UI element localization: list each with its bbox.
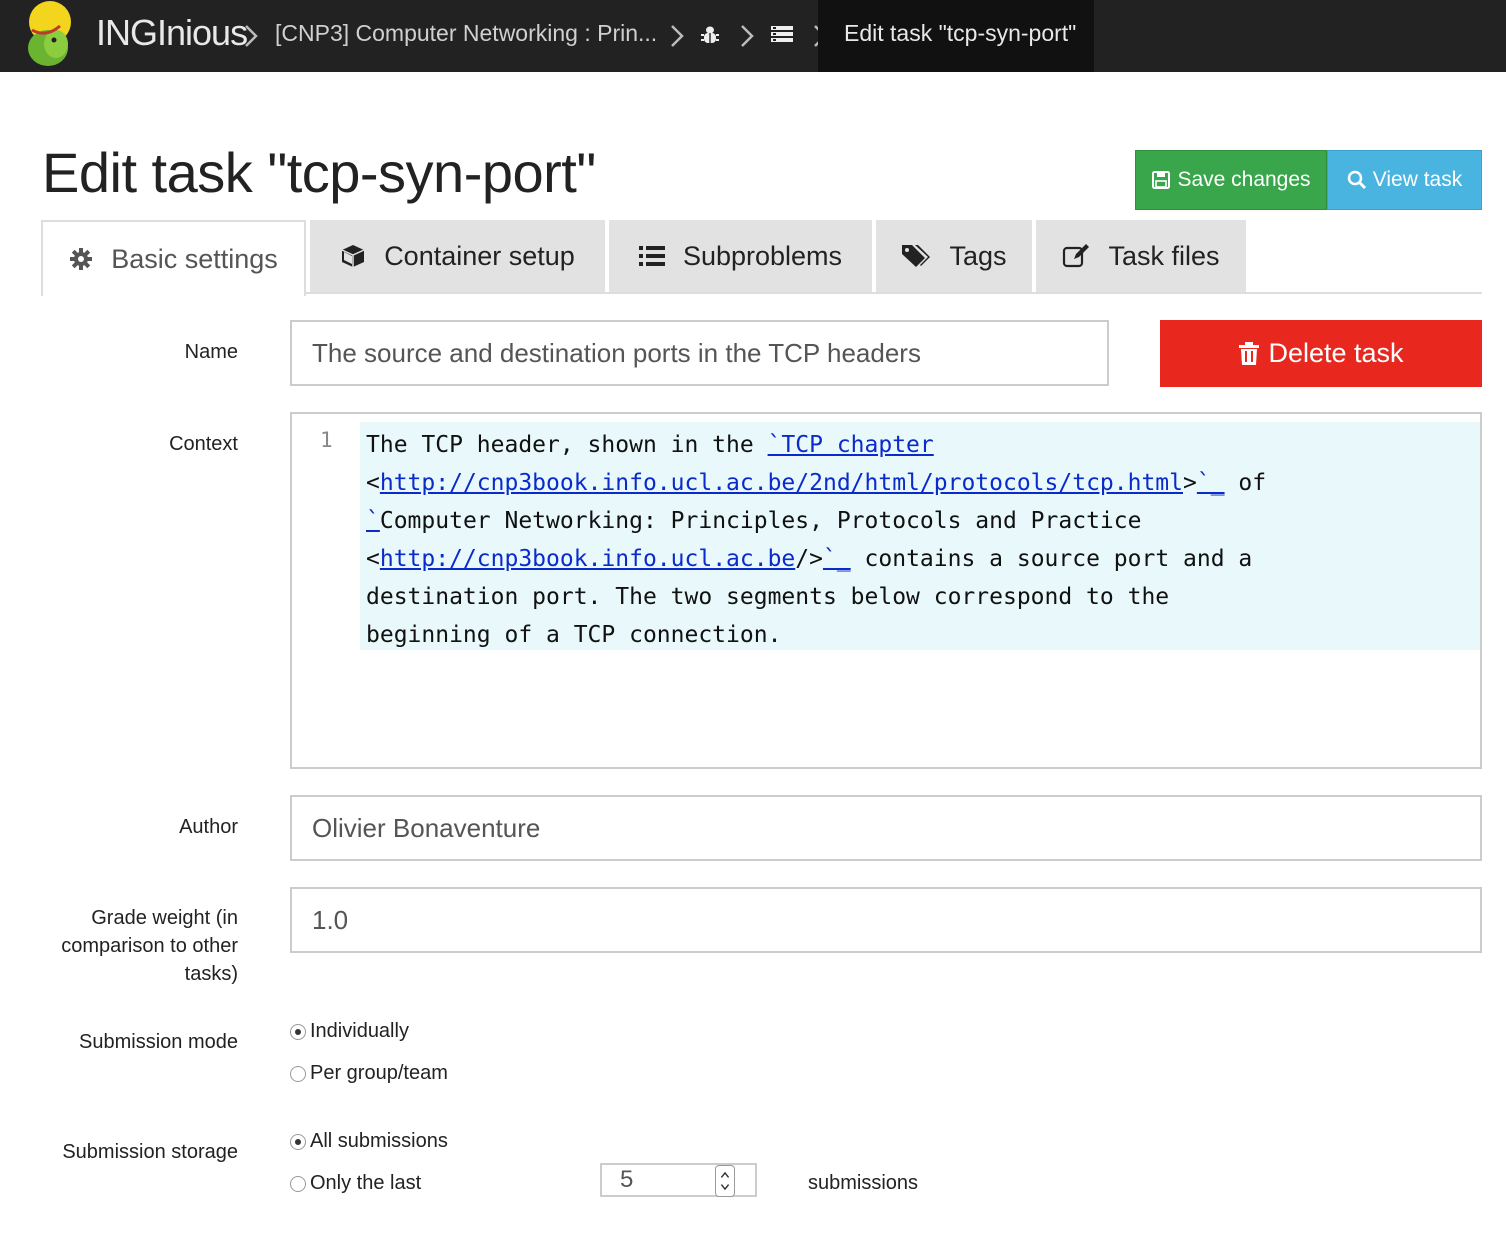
submission-mode-label: Submission mode	[79, 1031, 238, 1053]
tab-label: Tags	[949, 240, 1007, 271]
breadcrumb-active: Edit task "tcp-syn-port"	[818, 0, 1094, 72]
tab-label: Container setup	[384, 240, 575, 271]
code-text: `	[366, 508, 380, 534]
inginious-logo-icon[interactable]	[26, 0, 82, 70]
breadcrumb-active-label: Edit task "tcp-syn-port"	[844, 20, 1077, 46]
radio-button[interactable]	[290, 1023, 306, 1040]
top-navbar: INGInious [CNP3] Computer Networking : P…	[0, 0, 1506, 72]
submission-storage-label: Submission storage	[62, 1141, 238, 1163]
author-input-value: Olivier Bonaventure	[312, 812, 541, 843]
code-text: <	[366, 546, 380, 572]
tab-subproblems[interactable]: Subproblems	[609, 220, 872, 292]
radio-label: Per group/team	[310, 1062, 448, 1084]
submissions-suffix: submissions	[808, 1172, 919, 1194]
code-text: />	[795, 546, 823, 572]
author-input[interactable]: Olivier Bonaventure	[290, 795, 1482, 861]
tab-basic-settings[interactable]: Basic settings	[41, 220, 306, 296]
tab-label: Subproblems	[682, 240, 843, 271]
radio-button[interactable]	[290, 1065, 306, 1082]
breadcrumb-course[interactable]: [CNP3] Computer Networking : Prin...	[275, 20, 657, 47]
brand-name[interactable]: INGInious	[96, 12, 248, 54]
tab-container-setup[interactable]: Container setup	[310, 220, 605, 292]
radio-label: Only the last	[310, 1172, 422, 1194]
delete-task-button[interactable]: Delete task	[1160, 320, 1482, 387]
code-link[interactable]: http://cnp3book.info.ucl.ac.be	[380, 546, 795, 572]
context-editor[interactable]: 1 The TCP header, shown in the `TCP chap…	[290, 412, 1482, 769]
number-spinner-icon[interactable]	[715, 1165, 735, 1197]
code-text: `_	[822, 546, 851, 572]
grade-weight-label-line: tasks)	[184, 963, 238, 985]
chevron-right-icon	[671, 25, 684, 47]
line-number: 1	[320, 428, 333, 452]
bug-icon[interactable]	[698, 22, 722, 46]
grade-weight-label-line: comparison to other	[61, 935, 238, 957]
radio-label: All submissions	[310, 1130, 448, 1152]
grade-weight-value: 1.0	[312, 904, 349, 935]
code-area[interactable]: The TCP header, shown in the `TCP chapte…	[360, 422, 1480, 650]
radio-label: Individually	[310, 1020, 409, 1042]
view-task-button[interactable]: View task	[1327, 150, 1482, 210]
name-input-value: The source and destination ports in the …	[312, 337, 921, 368]
delete-task-label: Delete task	[1268, 338, 1404, 368]
save-icon	[1152, 171, 1171, 189]
code-text: of	[1224, 470, 1267, 496]
search-icon	[1347, 170, 1366, 190]
mode-individually-option[interactable]: Individually	[290, 1020, 409, 1043]
tab-task-files[interactable]: Task files	[1036, 220, 1246, 292]
grade-weight-input[interactable]: 1.0	[290, 887, 1482, 953]
trash-icon	[1239, 341, 1260, 365]
mode-group-option[interactable]: Per group/team	[290, 1062, 448, 1085]
storage-count-input[interactable]: 5	[600, 1163, 757, 1197]
tags-icon	[902, 245, 931, 267]
radio-button[interactable]	[290, 1175, 306, 1192]
code-text: The TCP header, shown in the	[366, 432, 768, 458]
author-label: Author	[179, 816, 238, 838]
name-input[interactable]: The source and destination ports in the …	[290, 320, 1109, 386]
chevron-right-icon	[245, 25, 258, 47]
cube-icon	[341, 245, 365, 267]
gear-icon	[70, 248, 93, 270]
page-title: Edit task "tcp-syn-port"	[42, 141, 596, 204]
code-text: `TCP chapter	[767, 432, 934, 458]
edit-icon	[1063, 244, 1090, 268]
name-label: Name	[184, 341, 238, 363]
storage-count-value: 5	[620, 1166, 634, 1193]
storage-all-option[interactable]: All submissions	[290, 1130, 448, 1153]
list-icon	[638, 246, 665, 266]
tasks-list-icon[interactable]	[770, 22, 794, 46]
code-text: destination port. The two segments below…	[366, 584, 1170, 610]
save-changes-button[interactable]: Save changes	[1135, 150, 1327, 210]
storage-last-option[interactable]: Only the last	[290, 1172, 421, 1195]
grade-weight-label-line: Grade weight (in	[91, 907, 238, 929]
tab-label: Basic settings	[111, 243, 278, 274]
tab-label: Task files	[1108, 240, 1220, 271]
chevron-right-icon	[741, 25, 754, 47]
code-text: >	[1183, 470, 1197, 496]
code-text: `_	[1196, 470, 1225, 496]
radio-button[interactable]	[290, 1133, 306, 1150]
view-task-label: View task	[1372, 168, 1463, 191]
code-text: Computer Networking: Principles, Protoco…	[379, 508, 1142, 534]
code-text: <	[366, 470, 380, 496]
tab-tags[interactable]: Tags	[876, 220, 1032, 292]
code-link[interactable]: http://cnp3book.info.ucl.ac.be/2nd/html/…	[380, 470, 1183, 496]
grade-weight-label: Grade weight (in comparison to other tas…	[61, 904, 238, 988]
code-text: contains a source port and a	[850, 546, 1253, 572]
context-label: Context	[169, 433, 238, 455]
save-changes-label: Save changes	[1177, 168, 1311, 191]
code-text: beginning of a TCP connection.	[366, 622, 782, 648]
